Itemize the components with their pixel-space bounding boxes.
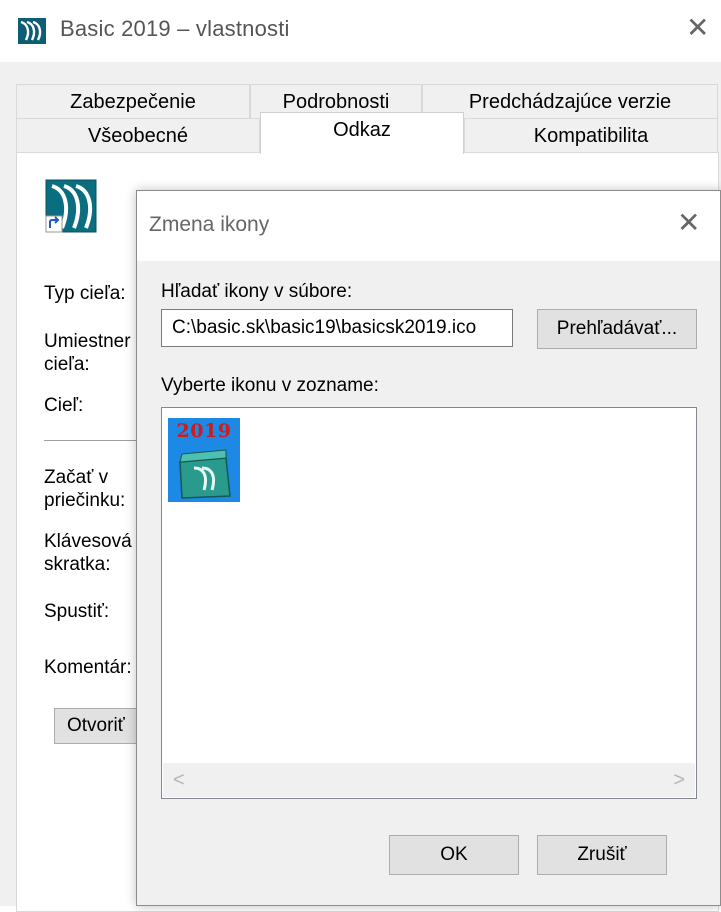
cancel-button[interactable]: Zrušiť <box>537 835 667 875</box>
hotkey-label-line2: skratka: <box>44 554 111 575</box>
target-location-label-line1: Umiestner <box>44 331 131 352</box>
target-location-label-line2: cieľa: <box>44 354 90 375</box>
tab-compatibility[interactable]: Kompatibilita <box>464 118 718 152</box>
properties-window-titlebar: Basic 2019 – vlastnosti ✕ <box>0 0 721 62</box>
dialog-close-icon[interactable]: ✕ <box>677 209 700 237</box>
folder-icon <box>179 449 231 499</box>
start-in-label-line1: Začať v <box>44 467 109 488</box>
icon-list-item[interactable]: 2019 <box>168 418 240 502</box>
shortcut-file-icon <box>45 179 97 233</box>
icon-file-path-input[interactable]: C:\basic.sk\basic19\basicsk2019.ico <box>161 309 513 347</box>
scroll-right-icon[interactable]: > <box>673 769 685 792</box>
window-title: Basic 2019 – vlastnosti <box>60 16 290 41</box>
dialog-titlebar: Zmena ikony ✕ <box>137 191 720 261</box>
change-icon-dialog: Zmena ikony ✕ Hľadať ikony v súbore: C:\… <box>136 190 721 906</box>
target-type-label: Typ cieľa: <box>44 283 126 304</box>
tab-shortcut[interactable]: Odkaz <box>260 112 464 154</box>
window-close-icon[interactable]: ✕ <box>686 14 709 42</box>
search-icons-label: Hľadať ikony v súbore: <box>161 281 353 302</box>
icon-list[interactable]: 2019 < > <box>161 407 697 799</box>
hotkey-label-line1: Klávesová <box>44 531 132 552</box>
icon-list-label: Vyberte ikonu v zozname: <box>161 375 379 396</box>
dialog-title: Zmena ikony <box>149 213 270 236</box>
target-label: Cieľ: <box>44 395 84 416</box>
scroll-left-icon[interactable]: < <box>173 769 185 792</box>
browse-button[interactable]: Prehľadávať... <box>537 309 697 349</box>
horizontal-scrollbar[interactable]: < > <box>163 763 695 797</box>
tab-security[interactable]: Zabezpečenie <box>16 84 250 118</box>
start-in-label-line2: priečinku: <box>44 490 126 511</box>
basic-app-icon <box>18 18 46 44</box>
comment-label: Komentár: <box>44 657 132 678</box>
run-label: Spustiť: <box>44 601 110 622</box>
tab-previous-versions[interactable]: Predchádzajúce verzie <box>422 84 718 118</box>
panel-separator <box>44 440 144 441</box>
ok-button[interactable]: OK <box>389 835 519 875</box>
tab-general[interactable]: Všeobecné <box>16 118 260 152</box>
